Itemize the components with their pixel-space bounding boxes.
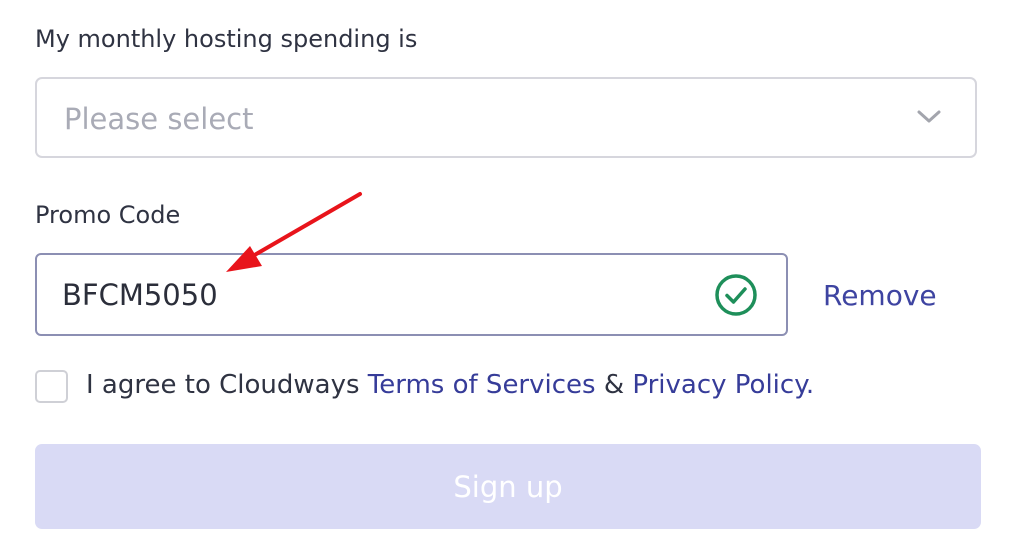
terms-of-services-link[interactable]: Terms of Services xyxy=(368,370,596,400)
hosting-spending-label: My monthly hosting spending is xyxy=(35,25,418,53)
agree-joiner: & xyxy=(595,370,633,400)
remove-promo-link[interactable]: Remove xyxy=(823,279,937,312)
agree-text: I agree to Cloudways Terms of Services &… xyxy=(86,370,814,400)
chevron-down-icon xyxy=(917,110,941,123)
signup-form: My monthly hosting spending is Please se… xyxy=(0,0,1024,553)
promo-code-value: BFCM5050 xyxy=(62,278,218,312)
agree-prefix: I agree to Cloudways xyxy=(86,370,368,400)
privacy-policy-link[interactable]: Privacy Policy. xyxy=(632,370,814,400)
check-circle-icon xyxy=(715,274,757,316)
promo-code-label: Promo Code xyxy=(35,201,181,229)
promo-code-input[interactable]: BFCM5050 xyxy=(35,253,788,336)
hosting-spending-select[interactable]: Please select xyxy=(35,77,977,158)
agree-checkbox[interactable] xyxy=(35,370,68,403)
sign-up-button[interactable]: Sign up xyxy=(35,444,981,529)
select-placeholder: Please select xyxy=(64,102,254,136)
